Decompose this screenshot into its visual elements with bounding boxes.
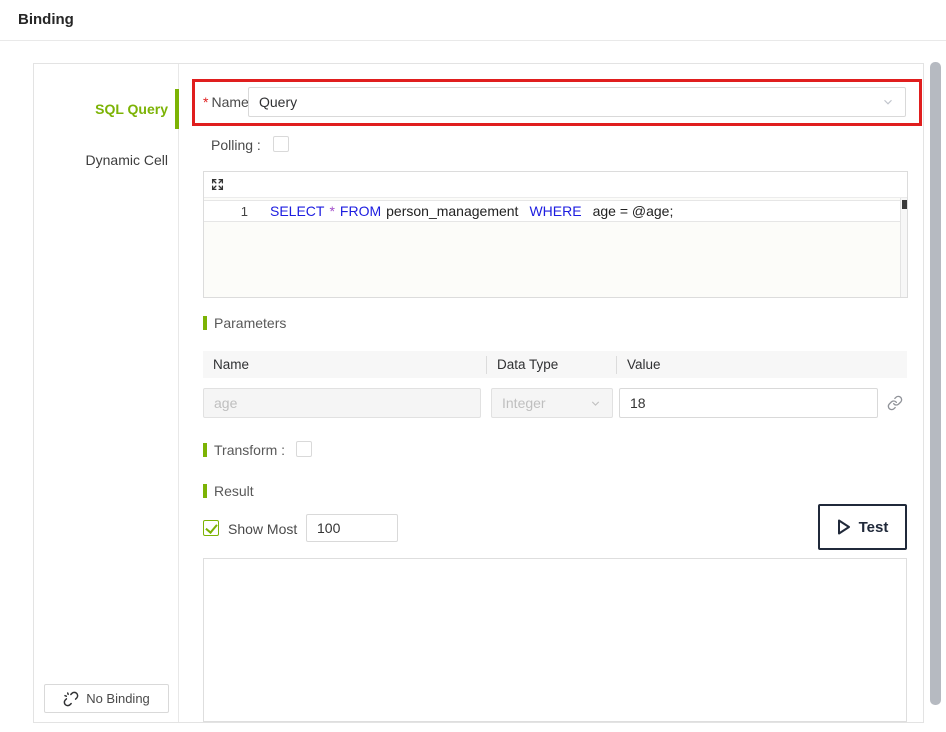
column-header-data-type: Data Type [486,356,616,374]
section-accent-bar [203,316,207,330]
parameters-section-label: Parameters [214,315,286,331]
show-most-checkbox[interactable] [203,520,219,536]
page-title: Binding [18,11,74,28]
sql-keyword: FROM [340,203,381,219]
page-scrollbar[interactable] [930,62,941,705]
no-binding-button[interactable]: No Binding [44,684,169,713]
chevron-down-icon [589,397,602,410]
result-output-area [203,558,907,722]
result-section-header: Result [203,483,254,499]
show-most-input[interactable] [306,514,398,542]
editor-scrollbar-thumb[interactable] [902,200,907,209]
sql-keyword: SELECT [270,203,324,219]
param-datatype-select: Integer [491,388,613,418]
transform-section-header: Transform : [203,442,285,458]
name-select[interactable]: Query [248,87,906,117]
expand-icon[interactable] [211,178,224,191]
chevron-down-icon [881,95,895,109]
header-divider [0,40,946,41]
sql-keyword: WHERE [529,203,581,219]
sql-operator: * [329,203,334,219]
column-header-name: Name [203,356,486,374]
sidebar-item-dynamic-cell[interactable]: Dynamic Cell [34,152,168,168]
link-icon[interactable] [887,395,903,411]
unlink-icon [63,691,79,707]
param-datatype-value: Integer [502,395,589,411]
editor-toolbar [204,172,907,198]
sidebar-divider [178,64,179,722]
editor-scrollbar-track[interactable] [900,198,907,297]
parameters-section-header: Parameters [203,315,286,331]
column-header-value: Value [616,356,907,374]
test-button-label: Test [859,519,889,536]
transform-checkbox[interactable] [296,441,312,457]
polling-checkbox[interactable] [273,136,289,152]
section-accent-bar [203,443,207,457]
name-select-value: Query [259,94,881,110]
required-asterisk: * [203,94,208,110]
transform-label: Transform : [214,442,285,458]
sidebar-active-indicator [175,89,179,129]
binding-page: Binding SQL Query Dynamic Cell No Bindin… [0,0,946,732]
annotation-highlight-box: *Name : Query [192,79,922,126]
show-most-label: Show Most [228,521,297,537]
binding-panel: SQL Query Dynamic Cell No Binding *Name … [33,63,924,723]
sql-expression: age = @age; [593,203,674,219]
sql-identifier: person_management [386,203,518,219]
editor-active-line: 1 SELECT * FROM person_management WHERE … [204,200,900,222]
editor-code-area[interactable]: 1 SELECT * FROM person_management WHERE … [204,198,907,297]
param-name-input [203,388,481,418]
play-icon [837,519,851,535]
section-accent-bar [203,484,207,498]
test-button[interactable]: Test [818,504,907,550]
no-binding-label: No Binding [86,691,150,706]
sql-editor[interactable]: 1 SELECT * FROM person_management WHERE … [203,171,908,298]
sidebar-item-sql-query[interactable]: SQL Query [34,101,168,117]
result-section-label: Result [214,483,254,499]
parameters-table-header: Name Data Type Value [203,351,907,378]
line-number: 1 [204,204,252,219]
param-value-input[interactable] [619,388,878,418]
polling-label: Polling : [211,137,261,153]
sql-code-line: SELECT * FROM person_management WHERE ag… [252,203,678,219]
